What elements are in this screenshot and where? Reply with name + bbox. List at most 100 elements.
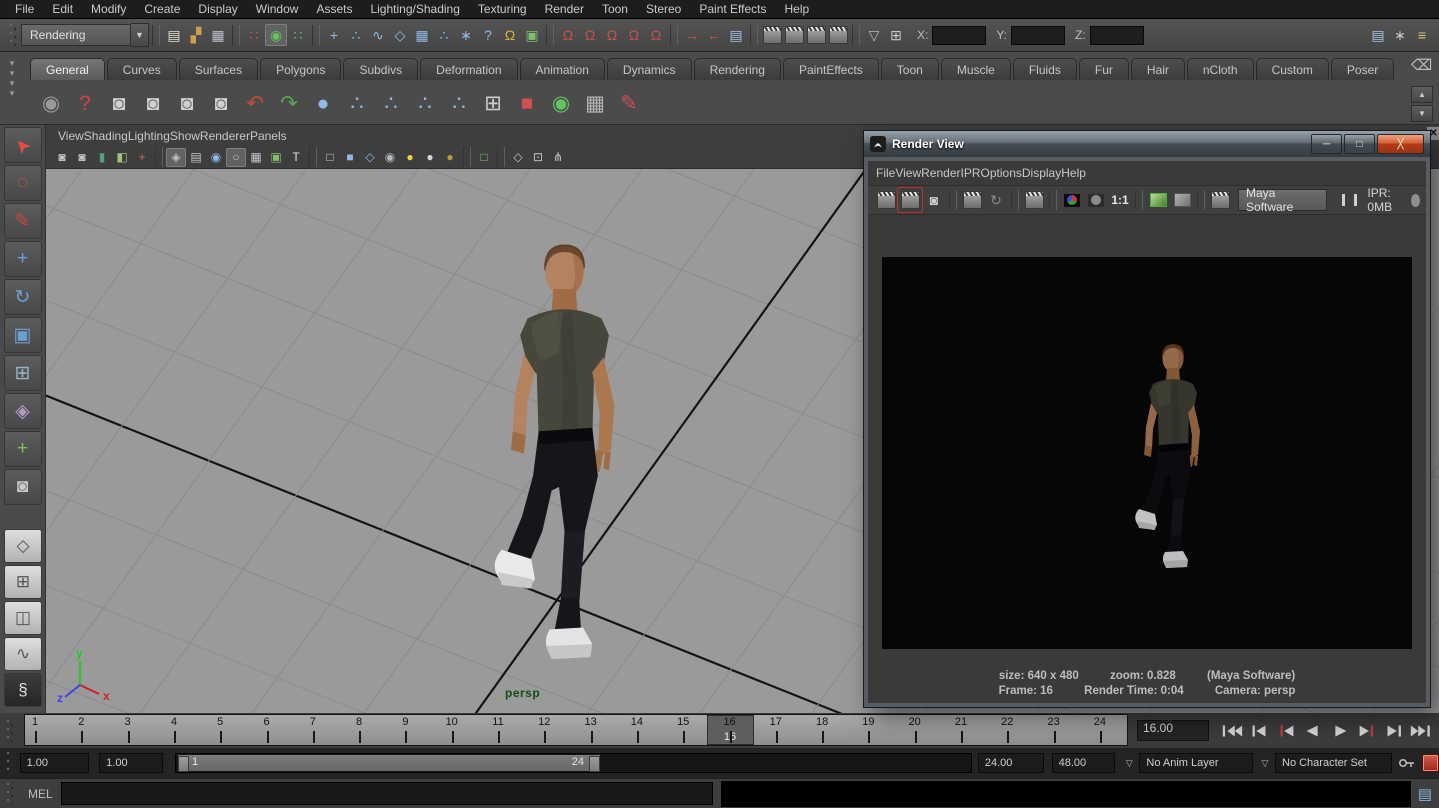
render-menu-options[interactable]: Options — [981, 166, 1022, 180]
menu-edit[interactable]: Edit — [43, 1, 82, 17]
command-input[interactable] — [61, 782, 713, 805]
anim-layer-field[interactable]: No Anim Layer — [1139, 753, 1253, 773]
make-live-icon[interactable]: Ω — [645, 24, 667, 46]
shelf-tab-dynamics[interactable]: Dynamics — [607, 58, 692, 80]
x-input[interactable] — [932, 26, 986, 45]
rendered-image[interactable] — [882, 257, 1412, 649]
animation-end-field[interactable]: 48.00 — [1052, 753, 1116, 773]
help-icon[interactable]: ? — [68, 86, 102, 120]
open-scene-icon[interactable]: ▞ — [185, 24, 207, 46]
move-tool[interactable]: + — [4, 241, 42, 277]
render-current-frame-icon[interactable] — [783, 24, 805, 46]
render-menu-ipr[interactable]: IPR — [961, 166, 981, 180]
time-slider-ruler[interactable]: 16 1234567891011121314151617181920212223… — [24, 714, 1128, 746]
refresh-ipr-region-icon[interactable]: ↻ — [984, 188, 1008, 212]
timeline-frame-23[interactable]: 23 — [1040, 716, 1068, 728]
default-lighting-icon[interactable]: ● — [420, 148, 440, 167]
timeline-frame-24[interactable]: 24 — [1086, 716, 1114, 728]
shelf-tab-muscle[interactable]: Muscle — [941, 58, 1011, 80]
render-menu-render[interactable]: Render — [921, 166, 960, 180]
absolute-transform-icon[interactable]: ⊞ — [885, 24, 907, 46]
y-input[interactable] — [1011, 26, 1065, 45]
playback-end-field[interactable]: 24.00 — [978, 753, 1044, 773]
panel-menu-view[interactable]: View — [58, 129, 84, 143]
panel-menu-panels[interactable]: Panels — [250, 129, 287, 143]
mask-curves-icon[interactable]: ∿ — [367, 24, 389, 46]
delete-unused-icon[interactable]: ● — [306, 86, 340, 120]
select-by-hierarchy-icon[interactable]: ∷ — [243, 24, 265, 46]
timeline-frame-14[interactable]: 14 — [623, 716, 651, 728]
shelf-tab-custom[interactable]: Custom — [1256, 58, 1329, 80]
status-line-grip[interactable] — [9, 23, 18, 47]
range-end-handle[interactable] — [589, 756, 600, 772]
play-forwards-button[interactable] — [1327, 722, 1352, 740]
renderer-selector[interactable]: Maya Software — [1238, 189, 1327, 211]
timeline-frame-16[interactable]: 16 — [716, 716, 744, 728]
camera-tumble-icon[interactable]: ◙ — [102, 86, 136, 120]
shelf-tab-deformation[interactable]: Deformation — [420, 58, 517, 80]
menu-render[interactable]: Render — [536, 1, 593, 17]
assign-shader-icon[interactable]: ◉ — [544, 86, 578, 120]
unparent-icon[interactable]: ∴ — [442, 86, 476, 120]
gate-mask-icon[interactable]: ○ — [226, 148, 246, 167]
mask-handles-icon[interactable]: + — [323, 24, 345, 46]
wireframe-on-shaded-icon[interactable]: ◈ — [166, 148, 186, 167]
paint-effects-brush-icon[interactable]: ✎ — [612, 86, 646, 120]
render-menu-file[interactable]: File — [876, 166, 895, 180]
redo-icon[interactable]: ↷ — [272, 86, 306, 120]
command-language-label[interactable]: MEL — [28, 787, 53, 801]
bookmark-icon[interactable]: ▮ — [92, 148, 112, 167]
z-input[interactable] — [1090, 26, 1144, 45]
set-driven-key-icon[interactable]: ■ — [510, 86, 544, 120]
lasso-select-tool[interactable]: ◌ — [4, 165, 42, 201]
panel-menu-show[interactable]: Show — [170, 129, 200, 143]
shelf-scroll-down-icon[interactable]: ▼ — [1411, 105, 1433, 122]
isolate-select-icon[interactable]: □ — [474, 148, 494, 167]
smooth-shade-all-icon[interactable]: ■ — [340, 148, 360, 167]
layout-perspective-graph[interactable]: ∿ — [4, 637, 42, 671]
panel-menu-renderer[interactable]: Renderer — [200, 129, 250, 143]
shelf-tab-subdivs[interactable]: Subdivs — [343, 58, 418, 80]
timeline-frame-21[interactable]: 21 — [947, 716, 975, 728]
camera-track-icon[interactable]: ◙ — [136, 86, 170, 120]
timeline-frame-2[interactable]: 2 — [67, 716, 95, 728]
menu-set-selector[interactable]: Rendering — [21, 24, 131, 46]
snap-to-points-icon[interactable]: Ω — [601, 24, 623, 46]
scale-tool[interactable]: ▣ — [4, 317, 42, 353]
render-menu-help[interactable]: Help — [1061, 166, 1086, 180]
channel-box-icon[interactable]: ≡ — [1411, 24, 1433, 46]
ipr-render-icon[interactable] — [960, 188, 984, 212]
highlight-selection-icon[interactable]: ▣ — [521, 24, 543, 46]
layout-custom[interactable]: § — [4, 673, 42, 707]
range-start-handle[interactable] — [178, 756, 189, 772]
shelf-scroll-up-icon[interactable]: ▲ — [1411, 86, 1433, 103]
mask-joints-icon[interactable]: ∴ — [345, 24, 367, 46]
alpha-channel-icon[interactable] — [1084, 188, 1108, 212]
minimize-button[interactable]: ─ — [1311, 134, 1342, 154]
use-all-lights-icon[interactable]: ● — [400, 148, 420, 167]
universal-manipulator[interactable]: ⊞ — [4, 355, 42, 391]
go-to-start-button[interactable] — [1219, 722, 1244, 740]
select-tool[interactable]: ➤ — [4, 127, 42, 163]
menu-create[interactable]: Create — [135, 1, 189, 17]
show-manipulator-tool[interactable]: + — [4, 431, 42, 467]
output-connections-icon[interactable]: ← — [703, 24, 725, 46]
menu-lighting-shading[interactable]: Lighting/Shading — [361, 1, 468, 17]
mask-surfaces-icon[interactable]: ◇ — [389, 24, 411, 46]
render-current-frame-icon[interactable] — [898, 188, 922, 212]
menu-display[interactable]: Display — [189, 1, 246, 17]
save-scene-icon[interactable]: ▦ — [207, 24, 229, 46]
auto-keyframe-toggle[interactable] — [1422, 754, 1439, 772]
timeline-frame-10[interactable]: 10 — [438, 716, 466, 728]
timeline-frame-17[interactable]: 17 — [762, 716, 790, 728]
anim-layer-dropdown-icon[interactable]: ▽ — [1121, 752, 1137, 774]
render-view-window[interactable]: Render View ─ □ ╳ FileViewRenderIPROptio… — [864, 131, 1430, 707]
menu-texturing[interactable]: Texturing — [469, 1, 536, 17]
shelf-tab-curves[interactable]: Curves — [107, 58, 177, 80]
mask-rendering-icon[interactable]: ∗ — [455, 24, 477, 46]
resolution-gate-icon[interactable]: ◉ — [206, 148, 226, 167]
step-forward-key-button[interactable] — [1354, 722, 1379, 740]
shelf-tab-general[interactable]: General — [30, 58, 105, 80]
shelf-tab-polygons[interactable]: Polygons — [260, 58, 341, 80]
command-line-grip[interactable] — [6, 782, 15, 806]
